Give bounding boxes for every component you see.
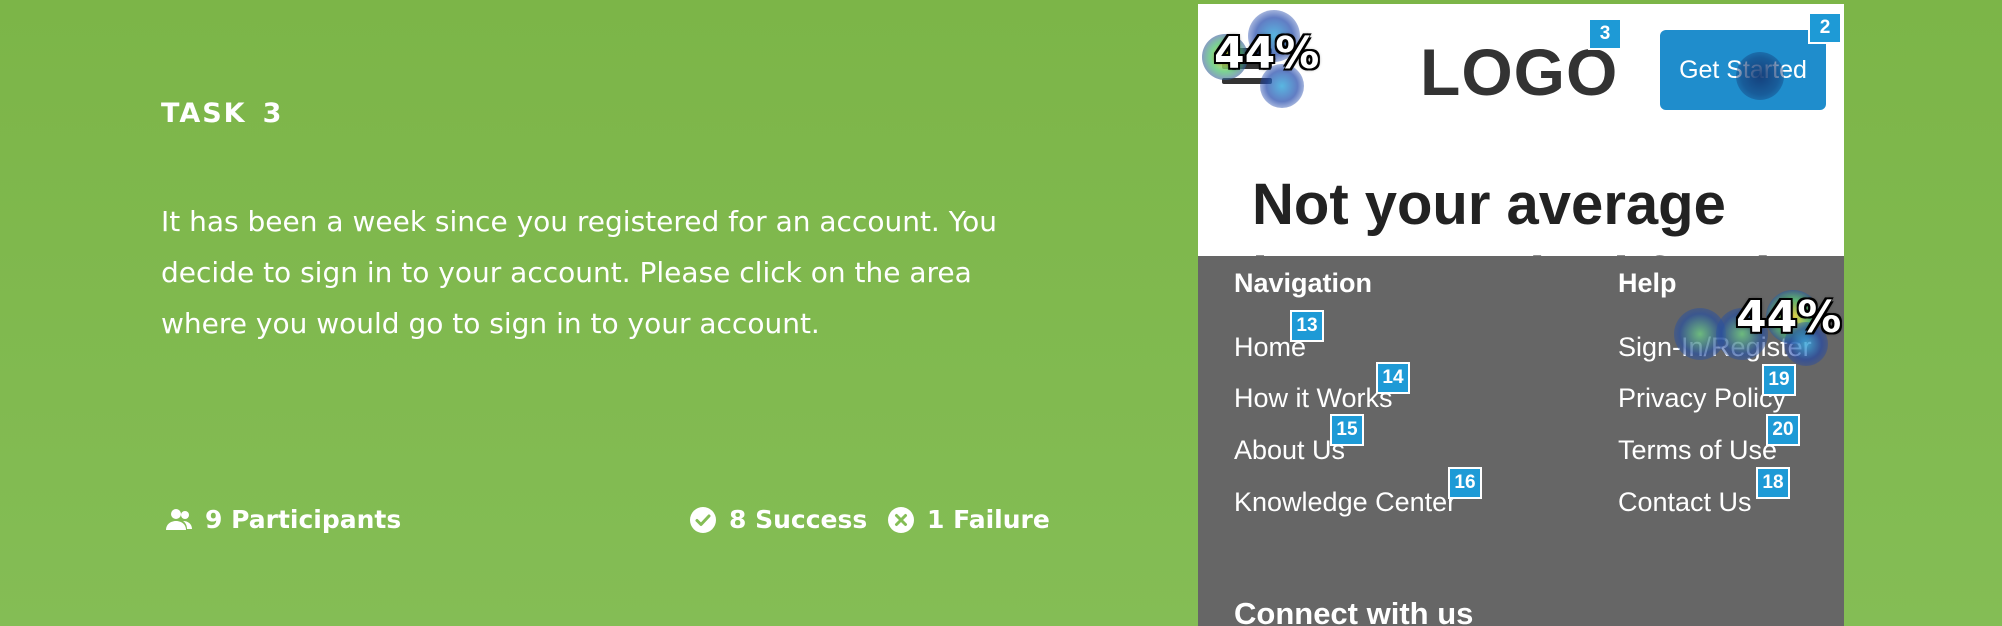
footer-link-how-it-works[interactable]: How it Works [1234, 383, 1393, 414]
hotspot-badge-privacy-policy: 19 [1762, 364, 1796, 396]
get-started-button[interactable]: Get Started [1660, 30, 1826, 110]
hotspot-badge-how-it-works: 14 [1376, 362, 1410, 394]
task-title: TASK 3 [161, 98, 283, 129]
hotspot-badge-contact-us: 18 [1756, 467, 1790, 499]
mock-website: LOGO Get Started Not your average home-c… [1198, 4, 1844, 626]
task-panel: TASK 3 It has been a week since you regis… [161, 0, 1061, 626]
check-circle-icon [690, 506, 716, 533]
page: TASK 3 It has been a week since you regis… [0, 0, 2002, 626]
failure-count: 1 Failure [927, 505, 1050, 534]
hotspot-badge-logo: 3 [1588, 18, 1622, 50]
heatmap-signin-percent: 44% [1736, 292, 1842, 343]
task-label: TASK [161, 98, 247, 129]
connect-with-us-heading: Connect with us [1234, 596, 1474, 626]
hotspot-badge-home: 13 [1290, 310, 1324, 342]
hotspot-badge-terms-of-use: 20 [1766, 414, 1800, 446]
participants-count: 9 Participants [205, 505, 402, 534]
footer-link-contact-us[interactable]: Contact Us [1618, 487, 1752, 518]
footer-link-about-us[interactable]: About Us [1234, 435, 1345, 466]
heatmap-menu-percent: 44% [1214, 28, 1320, 79]
background-strip [1844, 0, 2002, 626]
hotspot-badge-get-started: 2 [1808, 12, 1842, 44]
hero-line-1: Not your average [1252, 172, 1726, 237]
footer-link-knowledge-center[interactable]: Knowledge Center [1234, 487, 1456, 518]
participants-stat: 9 Participants [165, 505, 401, 534]
participants-icon [166, 508, 192, 530]
task-description: It has been a week since you registered … [161, 205, 997, 340]
hotspot-badge-about-us: 15 [1330, 414, 1364, 446]
footer-link-terms-of-use[interactable]: Terms of Use [1618, 435, 1777, 466]
footer-link-privacy-policy[interactable]: Privacy Policy [1618, 383, 1786, 414]
success-count: 8 Success [729, 505, 868, 534]
task-stats: 9 Participants 8 Success 1 Failure [161, 505, 1050, 541]
hotspot-badge-knowledge-center: 16 [1448, 467, 1482, 499]
footer-navigation-title: Navigation [1234, 268, 1373, 298]
footer-help-title: Help [1618, 268, 1677, 298]
x-circle-icon [888, 506, 914, 533]
failure-stat: 1 Failure [887, 505, 1050, 534]
task-number: 3 [262, 98, 284, 129]
success-stat: 8 Success [689, 505, 867, 534]
